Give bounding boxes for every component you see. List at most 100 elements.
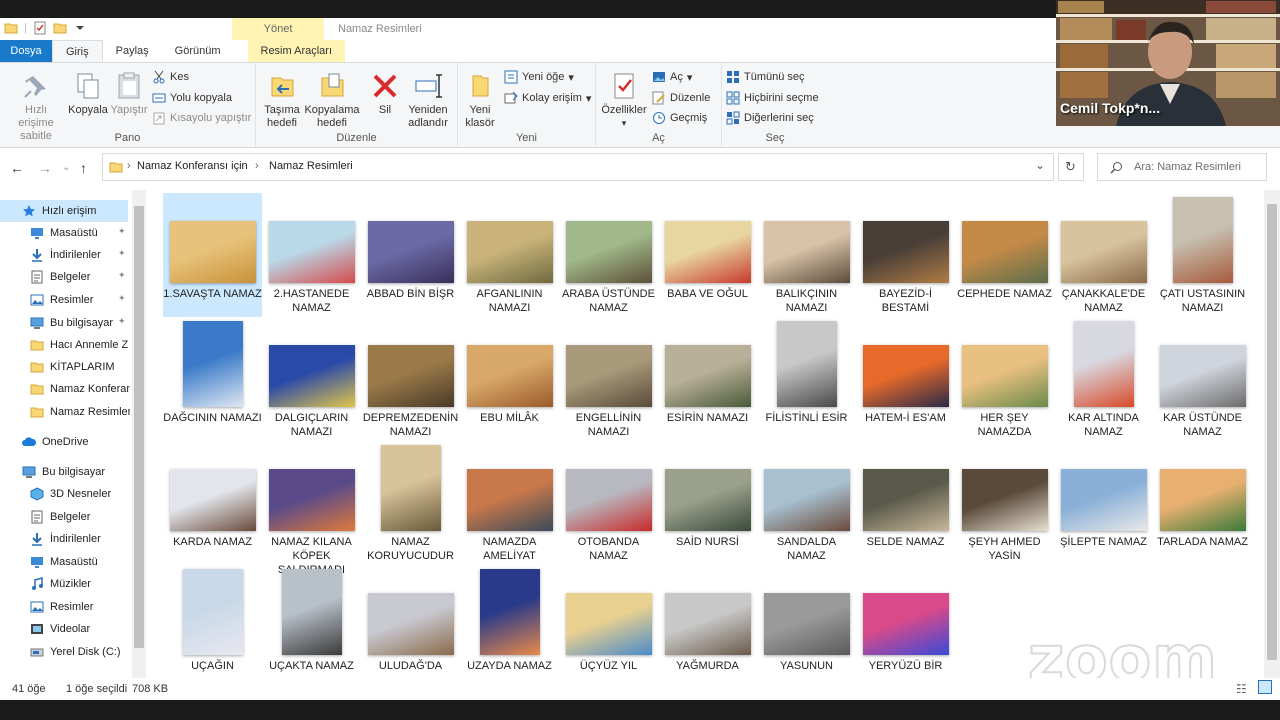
- properties-icon[interactable]: [33, 21, 47, 35]
- file-tile[interactable]: OTOBANDA NAMAZ: [559, 441, 658, 565]
- sidebar-item[interactable]: Bu bilgisayar: [0, 461, 130, 483]
- file-tile[interactable]: NAMAZ KORUYUCUDUR: [361, 441, 460, 565]
- file-tile[interactable]: FİLİSTİNLİ ESİR: [757, 317, 856, 441]
- sidebar-item[interactable]: Belgeler: [0, 266, 130, 288]
- sidebar-item[interactable]: İndirilenler: [0, 244, 130, 266]
- file-tile[interactable]: UÇAĞIN: [163, 565, 262, 678]
- file-tile[interactable]: NAMAZDA AMELİYAT: [460, 441, 559, 565]
- file-tile[interactable]: BAYEZİD-İ BESTAMİ: [856, 193, 955, 317]
- file-tile[interactable]: DALGIÇLARIN NAMAZI: [262, 317, 361, 441]
- sidebar-item[interactable]: OneDrive: [0, 431, 130, 453]
- sidebar-item[interactable]: KİTAPLARIM: [0, 356, 130, 378]
- breadcrumb-current[interactable]: Namaz Resimleri: [269, 160, 353, 172]
- sidebar-item[interactable]: Hacı Annemle Z: [0, 334, 130, 356]
- file-tile[interactable]: DAĞCININ NAMAZI: [163, 317, 262, 441]
- tab-home[interactable]: Giriş: [52, 40, 103, 62]
- move-to-button[interactable]: Taşıma hedefi: [258, 71, 306, 130]
- tab-view[interactable]: Görünüm: [162, 40, 234, 62]
- file-tile[interactable]: UZAYDA NAMAZ: [460, 565, 559, 678]
- open-button[interactable]: Aç ▾: [652, 68, 692, 86]
- file-tile[interactable]: DEPREMZEDENİN NAMAZI: [361, 317, 460, 441]
- file-tile[interactable]: CEPHEDE NAMAZ: [955, 193, 1054, 317]
- file-tile[interactable]: YERYÜZÜ BİR: [856, 565, 955, 678]
- file-tile[interactable]: BALIKÇININ NAMAZI: [757, 193, 856, 317]
- sidebar-item[interactable]: Resimler: [0, 289, 130, 311]
- copy-to-button[interactable]: Kopyalama hedefi: [304, 71, 360, 130]
- cut-button[interactable]: Kes: [152, 68, 189, 86]
- file-tile[interactable]: BABA VE OĞUL: [658, 193, 757, 317]
- sidebar-item[interactable]: Videolar: [0, 618, 130, 640]
- file-tile[interactable]: ÇANAKKALE'DE NAMAZ: [1054, 193, 1153, 317]
- new-item-button[interactable]: Yeni öğe ▾: [504, 68, 574, 86]
- sidebar-item[interactable]: Resimler: [0, 596, 130, 618]
- file-tile[interactable]: ÜÇYÜZ YIL: [559, 565, 658, 678]
- file-tile[interactable]: KARDA NAMAZ: [163, 441, 262, 565]
- customize-chevron-icon[interactable]: [73, 21, 87, 35]
- details-view-icon[interactable]: ☷: [1236, 682, 1247, 696]
- address-dropdown-chevron-icon[interactable]: ⌄: [1035, 158, 1045, 172]
- content-scroll-thumb[interactable]: [1267, 204, 1277, 660]
- file-tile[interactable]: NAMAZ KILANA KÖPEK SALDIRMADI: [262, 441, 361, 576]
- recent-locations-chevron-icon[interactable]: ⌄: [62, 162, 70, 173]
- sidebar-item[interactable]: 3D Nesneler: [0, 483, 130, 505]
- file-tile[interactable]: ABBAD BİN BİŞR: [361, 193, 460, 317]
- sidebar-item[interactable]: Masaüstü: [0, 551, 130, 573]
- file-tile[interactable]: ESİRİN NAMAZI: [658, 317, 757, 441]
- file-tile[interactable]: UÇAKTA NAMAZ: [262, 565, 361, 678]
- sidebar-item[interactable]: Masaüstü: [0, 222, 130, 244]
- breadcrumb-parent[interactable]: Namaz Konferansı için: [137, 160, 248, 172]
- properties-button[interactable]: Özellikler ▾: [598, 71, 650, 130]
- easy-access-button[interactable]: Kolay erişim ▾: [504, 89, 591, 107]
- sidebar-item[interactable]: Bu bilgisayar: [0, 312, 130, 334]
- sidebar-item[interactable]: İndirilenler: [0, 528, 130, 550]
- file-tile[interactable]: YAĞMURDA: [658, 565, 757, 678]
- select-none-button[interactable]: Hiçbirini seçme: [726, 89, 819, 107]
- address-bar[interactable]: › Namaz Konferansı için › Namaz Resimler…: [102, 153, 1054, 181]
- tab-picture-tools[interactable]: Resim Araçları: [247, 40, 346, 62]
- file-tile[interactable]: ŞİLEPTE NAMAZ: [1054, 441, 1153, 565]
- file-tile[interactable]: ULUDAĞ'DA: [361, 565, 460, 678]
- new-folder-icon[interactable]: [53, 21, 67, 35]
- file-tile[interactable]: ENGELLİNİN NAMAZI: [559, 317, 658, 441]
- invert-selection-button[interactable]: Diğerlerini seç: [726, 109, 814, 127]
- select-all-button[interactable]: Tümünü seç: [726, 68, 805, 86]
- file-tile[interactable]: 1.SAVAŞTA NAMAZ: [163, 193, 262, 317]
- back-arrow-icon[interactable]: ←: [10, 160, 24, 176]
- copy-button[interactable]: Kopyala: [66, 71, 110, 117]
- file-tile[interactable]: 2.HASTANEDE NAMAZ: [262, 193, 361, 317]
- refresh-button[interactable]: ↻: [1058, 153, 1084, 181]
- search-input[interactable]: Ara: Namaz Resimleri: [1097, 153, 1267, 181]
- file-tile[interactable]: ŞEYH AHMED YASİN: [955, 441, 1054, 565]
- tab-file[interactable]: Dosya: [0, 40, 52, 62]
- manage-tab[interactable]: Yönet: [232, 18, 324, 40]
- large-icons-view-icon[interactable]: [1258, 680, 1272, 694]
- file-tile[interactable]: KAR ALTINDA NAMAZ: [1054, 317, 1153, 441]
- paste-shortcut-button[interactable]: Kısayolu yapıştır: [152, 109, 251, 127]
- edit-button[interactable]: Düzenle: [652, 89, 710, 107]
- file-tile[interactable]: YASUNUN: [757, 565, 856, 678]
- file-tile[interactable]: SANDALDA NAMAZ: [757, 441, 856, 565]
- copy-path-button[interactable]: Yolu kopyala: [152, 89, 232, 107]
- file-tile[interactable]: SELDE NAMAZ: [856, 441, 955, 565]
- file-tile[interactable]: SAİD NURSİ: [658, 441, 757, 565]
- sidebar-item[interactable]: Namaz Resimleri: [0, 401, 130, 423]
- forward-arrow-icon[interactable]: →: [38, 160, 52, 176]
- sidebar-item[interactable]: Müzikler: [0, 573, 130, 595]
- file-tile[interactable]: HER ŞEY NAMAZDA: [955, 317, 1054, 441]
- file-tile[interactable]: EBU MİLÂK: [460, 317, 559, 441]
- file-tile[interactable]: HATEM-İ ES'AM: [856, 317, 955, 441]
- file-tile[interactable]: ÇATI USTASININ NAMAZI: [1153, 193, 1252, 317]
- sidebar-item[interactable]: Namaz Konferan: [0, 378, 130, 400]
- sidebar-item[interactable]: Belgeler: [0, 506, 130, 528]
- up-arrow-icon[interactable]: ↑: [80, 160, 87, 176]
- new-folder-button[interactable]: Yeni klasör: [462, 71, 498, 130]
- sidebar-item[interactable]: Hızlı erişim: [0, 200, 128, 222]
- history-button[interactable]: Geçmiş: [652, 109, 707, 127]
- delete-button[interactable]: Sil: [368, 71, 402, 117]
- sidebar-scroll-thumb[interactable]: [134, 206, 144, 648]
- tab-share[interactable]: Paylaş: [103, 40, 162, 62]
- sidebar-item[interactable]: Yerel Disk (C:): [0, 641, 130, 663]
- rename-button[interactable]: Yeniden adlandır: [404, 71, 452, 130]
- file-tile[interactable]: KAR ÜSTÜNDE NAMAZ: [1153, 317, 1252, 441]
- file-tile[interactable]: AFGANLININ NAMAZI: [460, 193, 559, 317]
